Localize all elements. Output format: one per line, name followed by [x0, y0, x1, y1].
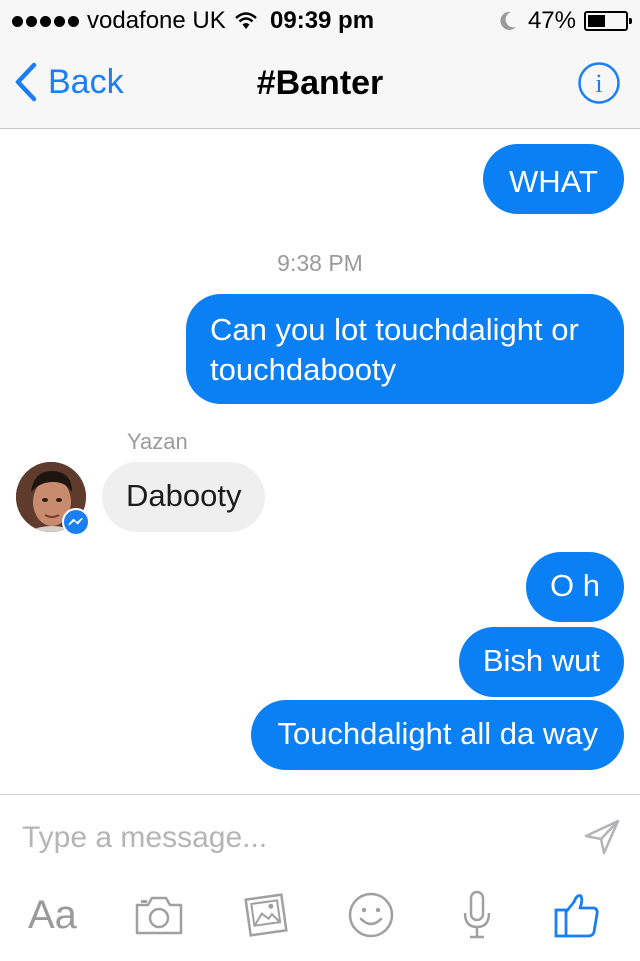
conversation-title: #Banter	[256, 64, 384, 102]
svg-text:i: i	[595, 69, 602, 98]
like-thumb-icon[interactable]	[552, 887, 602, 943]
info-button[interactable]: i	[578, 62, 620, 104]
send-icon[interactable]	[582, 817, 622, 857]
message-bubble-outgoing[interactable]: Can you lot touchdalight or touchdabooty	[186, 294, 624, 404]
message-timestamp: 9:38 PM	[277, 250, 363, 276]
microphone-icon[interactable]	[460, 887, 494, 943]
gallery-icon[interactable]	[242, 887, 290, 943]
wifi-icon	[234, 12, 257, 29]
status-bar: vodafone UK 09:39 pm 47%	[0, 0, 640, 40]
camera-icon[interactable]	[133, 887, 185, 943]
message-bubble-outgoing[interactable]: O h	[526, 552, 624, 622]
message-input[interactable]	[20, 815, 564, 861]
message-thread: WHAT 9:38 PM Can you lot touchdalight or…	[0, 129, 640, 794]
emoji-icon[interactable]	[347, 887, 395, 943]
signal-dots-icon	[12, 15, 79, 27]
status-left: vodafone UK	[12, 7, 258, 35]
battery-icon	[584, 11, 632, 31]
sender-name: Yazan	[127, 429, 188, 454]
message-bubble-outgoing[interactable]: WHAT	[483, 144, 624, 214]
message-bubble-outgoing[interactable]: Bish wut	[458, 627, 624, 697]
messenger-badge-icon	[62, 508, 90, 536]
navigation-bar: Back #Banter i	[0, 40, 640, 129]
status-time: 09:39 pm	[270, 7, 375, 34]
composer-toolbar: Aa	[0, 887, 640, 947]
message-bubble-outgoing[interactable]: Touchdalight all da way	[251, 700, 624, 770]
carrier-label: vodafone UK	[87, 7, 226, 34]
message-bubble-incoming[interactable]: Dabooty	[102, 462, 266, 532]
status-right: 47%	[498, 7, 632, 35]
text-format-button[interactable]: Aa	[28, 887, 77, 943]
moon-icon	[500, 11, 516, 30]
battery-percent: 47%	[527, 7, 576, 34]
message-composer: Aa	[0, 794, 640, 961]
